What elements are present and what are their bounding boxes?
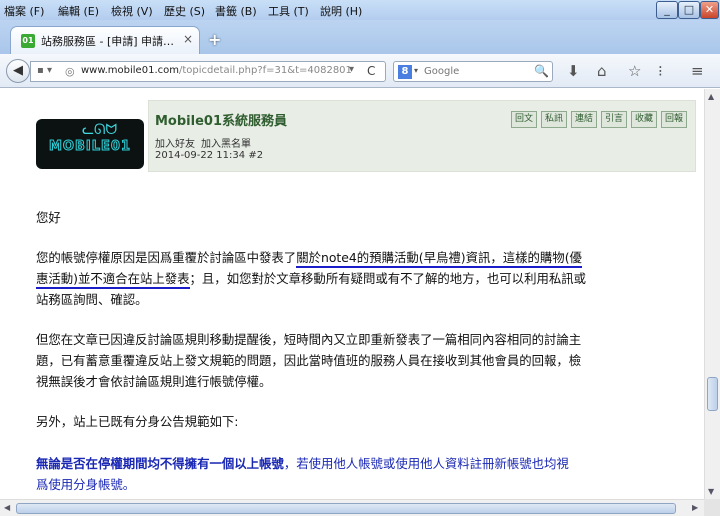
reload-icon[interactable]: C [367,64,375,78]
tab-close-icon[interactable]: × [183,32,193,46]
quote-button[interactable]: 引言 [601,111,628,128]
mobile01-logo: MOBILE01 [49,139,131,155]
tab-title: 站務服務區 - [申請] 申請… [41,35,175,48]
p4-line-2: 爲使用分身帳號。 [36,477,136,492]
post-paragraph-4: 無論是否在停權期間均不得擁有一個以上帳號，若使用他人帳號或使用他人資料註冊新帳號… [36,453,701,495]
post-paragraph-1: 您的帳號停權原因是因爲重覆於討論區中發表了關於note4的預購活動(早鳥禮)資訊… [36,247,701,310]
maximize-button[interactable]: □ [678,1,700,19]
cat-logo-icon: ᓚᘏᗢ [82,122,118,138]
reply-button[interactable]: 回文 [511,111,538,128]
download-icon[interactable]: ⬇ [567,62,580,80]
report-button[interactable]: 回報 [661,111,688,128]
close-window-button[interactable]: ✕ [700,1,719,19]
p1-underlined-a: 關於note4的預購活動(早鳥禮)資訊，這樣的購物(優 [296,250,582,268]
tab-strip: 01 站務服務區 - [申請] 申請… × + [0,20,720,54]
menu-history[interactable]: 歷史 (S) [164,3,205,19]
horizontal-scroll-thumb[interactable] [16,503,676,514]
globe-icon: ◎ [65,65,75,78]
menu-bar: 檔案 (F) 編輯 (E) 檢視 (V) 歷史 (S) 書籤 (B) 工具 (T… [0,0,720,20]
url-bar[interactable]: ▪ ▾ ◎ www.mobile01.com/topicdetail.php?f… [30,61,386,82]
add-friend-link[interactable]: 加入好友 [155,139,195,150]
url-dropdown-icon[interactable]: ▾ [349,64,354,75]
menu-icon[interactable]: ≡ [691,62,704,80]
p2-line-1: 但您在文章已因違反討論區規則移動提醒後，短時間內又立即重新發表了一篇相同內容相同… [36,332,582,347]
url-path: /topicdetail.php?f=31&t=4082801 [178,65,352,76]
p1-text-a: 您的帳號停權原因是因爲重覆於討論區中發表了 [36,250,297,265]
post-paragraph-2: 但您在文章已因違反討論區規則移動提醒後，短時間內又立即重新發表了一篇相同內容相同… [36,329,701,392]
horizontal-scrollbar[interactable]: ◀ ▶ [0,499,704,516]
post-date: 2014-09-22 11:34 [155,150,246,161]
scroll-right-icon[interactable]: ▶ [692,503,698,512]
p2-line-3: 視無誤後才會依討論區規則進行帳號停權。 [36,374,272,389]
search-icon[interactable]: 🔍 [534,64,549,78]
vertical-scrollbar[interactable]: ▲ ▼ [704,89,720,499]
p2-line-2: 題，已有蓄意重覆違反站上發文規範的問題，因此當時值班的服務人員在接收到其他會員的… [36,353,582,368]
vertical-scroll-thumb[interactable] [707,377,718,411]
p4-bold: 無論是否在停權期間均不得擁有一個以上帳號 [36,456,284,471]
favorite-button[interactable]: 收藏 [631,111,658,128]
search-engine-icon[interactable]: 8 [398,65,412,79]
navigation-bar: ◀ ▪ ▾ ◎ www.mobile01.com/topicdetail.php… [0,54,720,88]
user-links: 加入好友 加入黑名單 [155,135,257,150]
menu-tools[interactable]: 工具 (T) [268,3,309,19]
menu-view[interactable]: 檢視 (V) [111,3,153,19]
post-floor: #2 [248,150,264,161]
site-favicon-icon: 01 [21,34,35,48]
bookmark-star-icon[interactable]: ☆ [628,62,641,80]
scrollbar-corner [704,499,720,516]
post-paragraph-3: 另外，站上已既有分身公告規範如下: [36,414,239,429]
post-timestamp: 2014-09-22 11:34 #2 [155,150,263,161]
back-button[interactable]: ◀ [6,59,30,83]
menu-edit[interactable]: 編輯 (E) [58,3,99,19]
menu-file[interactable]: 檔案 (F) [4,3,44,19]
post-greeting: 您好 [36,210,61,225]
private-message-button[interactable]: 私訊 [541,111,568,128]
search-box[interactable]: 8 ▾ 🔍 [393,61,553,82]
site-identity-button[interactable]: ▪ ▾ [37,65,52,76]
minimize-button[interactable]: _ [656,1,678,19]
search-input[interactable] [424,64,529,79]
scroll-up-icon[interactable]: ▲ [708,92,714,101]
menu-help[interactable]: 說明 (H) [320,3,362,19]
post-username[interactable]: Mobile01系統服務員 [155,110,287,129]
tab-active[interactable]: 01 站務服務區 - [申請] 申請… × [10,26,200,54]
new-tab-button[interactable]: + [208,30,221,49]
page-content: ᓚᘏᗢ MOBILE01 Mobile01系統服務員 加入好友 加入黑名單 201… [0,89,704,499]
scroll-left-icon[interactable]: ◀ [4,503,10,512]
reading-list-icon[interactable]: ⁝ [658,62,663,80]
add-blacklist-link[interactable]: 加入黑名單 [201,139,251,150]
link-button[interactable]: 連結 [571,111,598,128]
url-host: www.mobile01.com [81,65,179,76]
post-header: Mobile01系統服務員 加入好友 加入黑名單 2014-09-22 11:34… [148,100,696,172]
p1-text-e: 站務區詢問、確認。 [36,292,148,307]
scroll-down-icon[interactable]: ▼ [708,487,714,496]
p4-rest: ，若使用他人帳號或使用他人資料註冊新帳號也均視 [283,456,569,471]
url-text[interactable]: www.mobile01.com/topicdetail.php?f=31&t=… [81,65,352,76]
browser-window: 檔案 (F) 編輯 (E) 檢視 (V) 歷史 (S) 書籤 (B) 工具 (T… [0,0,720,516]
menu-bookmarks[interactable]: 書籤 (B) [215,3,257,19]
home-icon[interactable]: ⌂ [597,62,607,80]
avatar[interactable]: ᓚᘏᗢ MOBILE01 [36,119,144,169]
chevron-down-icon[interactable]: ▾ [414,66,418,75]
p1-text-d: ；且，如您對於文章移動所有疑問或有不了解的地方，也可以利用私訊或 [189,271,587,286]
p1-underlined-b: 惠活動)並不適合在站上發表 [36,271,190,289]
